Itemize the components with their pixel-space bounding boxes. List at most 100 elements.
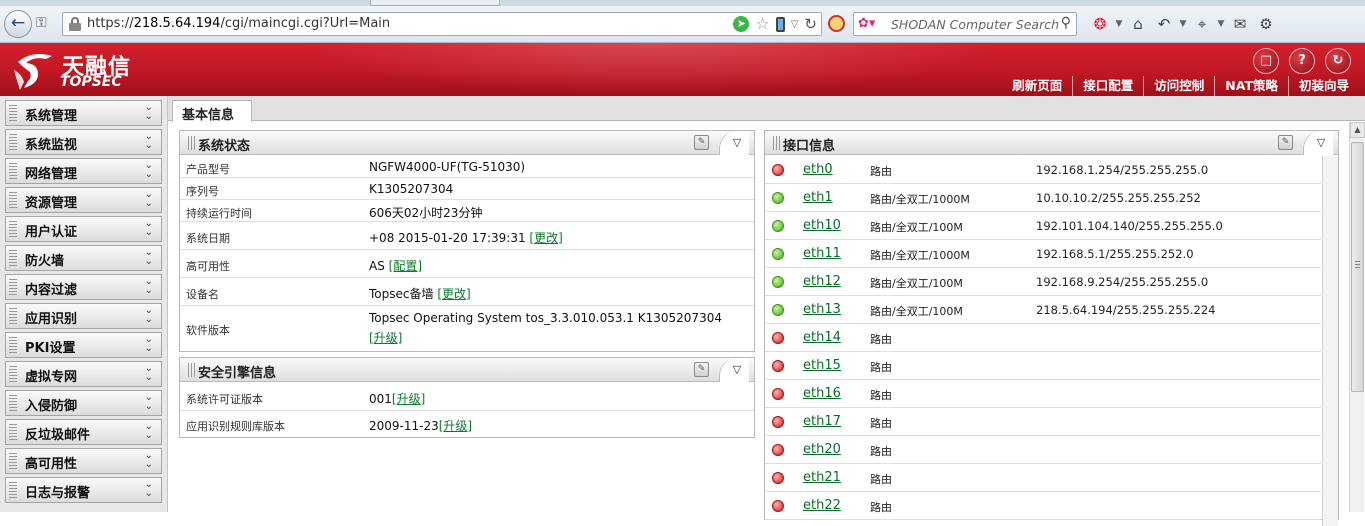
- panel-title: 系统状态: [198, 139, 251, 154]
- nav-nat-policy[interactable]: NAT策略: [1214, 76, 1288, 96]
- interface-row: eth1 路由/全双工/1000M 10.10.10.2/255.255.255.2…: [765, 184, 1321, 212]
- menu-label: 入侵防御: [25, 399, 78, 414]
- menu-label: 用户认证: [25, 225, 78, 240]
- info-row: 系统许可证版本 001[升级]: [180, 383, 754, 411]
- change-name-link[interactable]: [更改]: [437, 287, 470, 301]
- dropdown-icon[interactable]: ▼: [1177, 12, 1189, 36]
- drag-handle[interactable]: [773, 136, 782, 150]
- upgrade-software-link[interactable]: [升级]: [369, 329, 402, 346]
- status-dot-icon: [772, 472, 784, 484]
- interface-name-link[interactable]: eth21: [803, 470, 841, 485]
- interface-row: eth15 路由: [765, 352, 1321, 380]
- mobile-icon[interactable]: [775, 16, 785, 32]
- upgrade-license-link[interactable]: [升级]: [392, 392, 425, 406]
- key-icon[interactable]: ⚿: [36, 13, 56, 33]
- crop-icon[interactable]: ⌖: [1189, 12, 1215, 36]
- nav-setup-wizard[interactable]: 初装向导: [1287, 76, 1359, 96]
- bookmark-star-icon[interactable]: ☆: [755, 15, 769, 33]
- home-icon[interactable]: ⌂: [1125, 12, 1151, 36]
- menu-vpn[interactable]: 虚拟专网 ⌄ ⌄: [5, 361, 162, 387]
- menu-content-filter[interactable]: 内容过滤 ⌄ ⌄: [5, 274, 162, 300]
- collapse-icon[interactable]: ▽: [728, 135, 746, 151]
- menu-pki-settings[interactable]: PKI设置 ⌄ ⌄: [5, 332, 162, 358]
- chevron-down-icon: ⌄ ⌄: [144, 421, 153, 441]
- info-value: NGFW4000-UF(TG-51030): [369, 160, 526, 174]
- change-date-link[interactable]: [更改]: [529, 231, 562, 245]
- interface-name-link[interactable]: eth16: [803, 386, 841, 401]
- nav-access-control[interactable]: 访问控制: [1143, 76, 1214, 96]
- interface-row: eth20 路由: [765, 436, 1321, 464]
- interface-mode: 路由: [870, 473, 892, 486]
- reload-icon[interactable]: ↻: [804, 15, 817, 33]
- interface-name-link[interactable]: eth13: [803, 302, 841, 317]
- dropdown-icon[interactable]: ▼: [1113, 12, 1125, 36]
- go-arrow-icon[interactable]: ➤: [733, 16, 750, 32]
- panel-scrollbar[interactable]: [1322, 156, 1338, 526]
- dropdown-icon[interactable]: ▼: [1215, 12, 1227, 36]
- upgrade-rules-link[interactable]: [升级]: [439, 419, 472, 433]
- menu-anti-spam[interactable]: 反垃圾邮件 ⌄ ⌄: [5, 419, 162, 445]
- interface-name-link[interactable]: eth10: [803, 218, 841, 233]
- menu-high-availability[interactable]: 高可用性 ⌄ ⌄: [5, 448, 162, 474]
- menu-user-auth[interactable]: 用户认证 ⌄ ⌄: [5, 216, 162, 242]
- chevron-down-icon: ⌄ ⌄: [144, 160, 153, 180]
- help-icon[interactable]: ?: [1289, 48, 1315, 74]
- scroll-thumb[interactable]: [1351, 142, 1364, 392]
- edit-icon[interactable]: ✎: [1278, 135, 1293, 150]
- browser-tab[interactable]: [370, 0, 500, 6]
- noscript-icon[interactable]: [828, 15, 845, 32]
- configure-ha-link[interactable]: [配置]: [389, 259, 422, 273]
- interface-ip: 218.5.64.194/255.255.255.224: [1036, 303, 1216, 317]
- tab-label: 基本信息: [182, 108, 235, 123]
- interface-name-link[interactable]: eth20: [803, 442, 841, 457]
- menu-system-monitor[interactable]: 系统监视 ⌄ ⌄: [5, 129, 162, 155]
- interface-name-link[interactable]: eth14: [803, 330, 841, 345]
- interface-name-link[interactable]: eth11: [803, 246, 841, 261]
- interface-name-link[interactable]: eth0: [803, 162, 833, 177]
- back-button[interactable]: ←: [4, 10, 32, 38]
- menu-label: 内容过滤: [25, 283, 78, 298]
- info-key: 高可用性: [186, 260, 230, 273]
- logout-icon[interactable]: ↻: [1325, 48, 1351, 74]
- info-key: 系统日期: [186, 232, 230, 245]
- menu-firewall[interactable]: 防火墙 ⌄ ⌄: [5, 245, 162, 271]
- extension-icon[interactable]: ⚙: [1253, 12, 1279, 36]
- menu-logs-alerts[interactable]: 日志与报警 ⌄ ⌄: [5, 477, 162, 503]
- interface-name-link[interactable]: eth22: [803, 498, 841, 513]
- chevron-down-icon: ⌄ ⌄: [144, 102, 153, 122]
- interface-row: eth0 路由 192.168.1.254/255.255.255.0: [765, 156, 1321, 184]
- collapse-icon[interactable]: ▽: [728, 362, 746, 378]
- menu-resource-management[interactable]: 资源管理 ⌄ ⌄: [5, 187, 162, 213]
- menu-network-management[interactable]: 网络管理 ⌄ ⌄: [5, 158, 162, 184]
- edit-icon[interactable]: ✎: [694, 362, 709, 377]
- nav-interface-config[interactable]: 接口配置: [1072, 76, 1143, 96]
- interface-name-link[interactable]: eth17: [803, 414, 841, 429]
- menu-system-management[interactable]: 系统管理 ⌄ ⌄: [5, 100, 162, 126]
- history-dropdown-icon[interactable]: ▽: [791, 19, 799, 30]
- undo-icon[interactable]: ↶: [1151, 12, 1177, 36]
- search-bar[interactable]: ✿▾ SHODAN Computer Search · ⚲: [853, 12, 1077, 36]
- menu-intrusion-prevention[interactable]: 入侵防御 ⌄ ⌄: [5, 390, 162, 416]
- status-dot-icon: [772, 304, 784, 316]
- interface-name-link[interactable]: eth15: [803, 358, 841, 373]
- menu-app-identification[interactable]: 应用识别 ⌄ ⌄: [5, 303, 162, 329]
- weibo-icon[interactable]: ❂: [1087, 12, 1113, 36]
- interface-mode: 路由/全双工/100M: [870, 305, 963, 318]
- drag-handle[interactable]: [188, 136, 197, 150]
- page-scrollbar[interactable]: ▲: [1349, 122, 1365, 512]
- edit-icon[interactable]: ✎: [694, 135, 709, 150]
- chevron-down-icon: ⌄ ⌄: [144, 189, 153, 209]
- chat-icon[interactable]: ✉: [1227, 12, 1253, 36]
- interface-row: eth13 路由/全双工/100M 218.5.64.194/255.255.255…: [765, 296, 1321, 324]
- search-engine-icon[interactable]: ✿▾: [858, 17, 875, 31]
- address-bar[interactable]: https://218.5.64.194/cgi/maincgi.cgi?Url…: [62, 12, 822, 36]
- scroll-up-icon[interactable]: ▲: [1350, 122, 1365, 138]
- save-icon[interactable]: □: [1253, 48, 1279, 74]
- search-icon[interactable]: ⚲: [1061, 15, 1071, 31]
- tab-basic-info[interactable]: 基本信息: [172, 100, 252, 123]
- nav-refresh-page[interactable]: 刷新页面: [1002, 76, 1072, 96]
- collapse-icon[interactable]: ▽: [1312, 135, 1330, 151]
- interface-name-link[interactable]: eth12: [803, 274, 841, 289]
- interface-name-link[interactable]: eth1: [803, 190, 833, 205]
- drag-handle[interactable]: [188, 363, 197, 377]
